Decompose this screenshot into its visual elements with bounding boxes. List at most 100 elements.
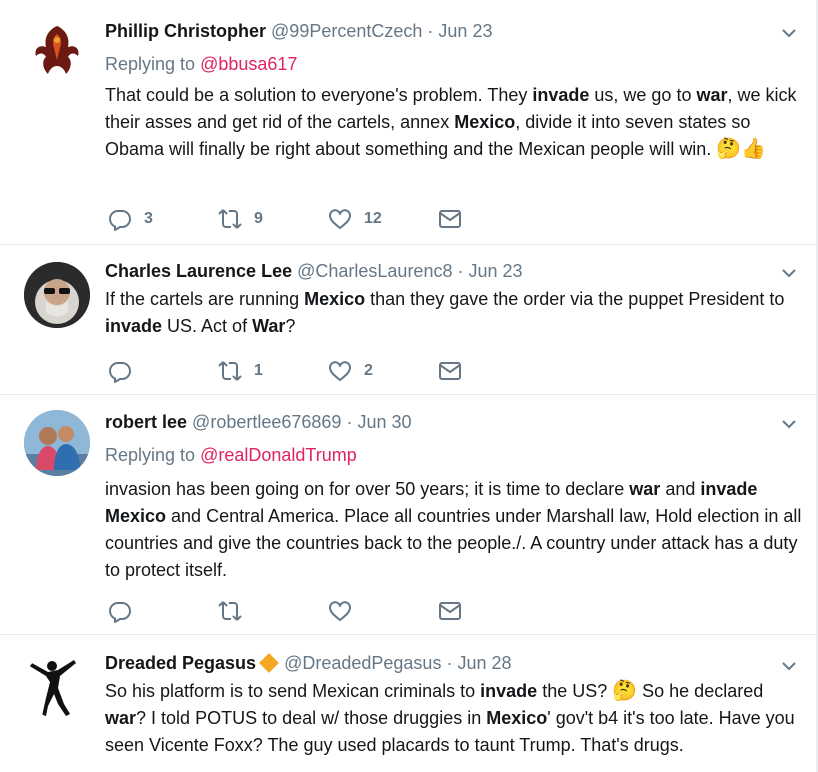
separator-dot: · [446, 653, 453, 673]
text-segment: ? [285, 316, 296, 336]
chevron-down-icon[interactable] [782, 659, 796, 673]
tweet-text: So his platform is to send Mexican crimi… [105, 678, 802, 759]
chevron-down-icon[interactable] [782, 266, 796, 280]
reply-icon [108, 602, 132, 623]
highlight-term: war [629, 479, 661, 499]
text-segment: If the cartels are running [105, 289, 305, 309]
text-segment: That could be a solution to everyone's p… [105, 85, 533, 105]
timestamp[interactable]: Jun 23 [469, 261, 523, 281]
phoenix-logo-icon [35, 26, 79, 74]
like-button[interactable]: 12 [328, 207, 382, 231]
tweet-header: Dreaded Pegasus @DreadedPegasus · Jun 28 [105, 651, 802, 675]
retweet-button[interactable]: 9 [218, 207, 263, 231]
display-name[interactable]: Dreaded Pegasus [105, 653, 256, 673]
highlight-term: war [696, 85, 728, 105]
direct-message-icon [439, 602, 461, 620]
chevron-down-icon[interactable] [782, 26, 796, 40]
timestamp[interactable]: Jun 30 [357, 412, 411, 432]
replying-to-label: Replying to [105, 54, 196, 74]
timestamp[interactable]: Jun 28 [457, 653, 511, 673]
text-segment: the US? [537, 681, 613, 701]
avatar[interactable] [24, 262, 90, 328]
emoji-thinking-thumbsup: 🤔👍 [716, 138, 767, 160]
retweet-count: 1 [254, 362, 263, 379]
reply-button[interactable] [108, 359, 144, 383]
tweet-text: If the cartels are running Mexico than t… [105, 286, 802, 340]
display-name[interactable]: Phillip Christopher [105, 21, 266, 41]
user-photo [24, 410, 90, 476]
tweet[interactable]: robert lee @robertlee676869 · Jun 30 Rep… [0, 395, 816, 635]
highlight-term: War [252, 316, 286, 336]
tweet-header: robert lee @robertlee676869 · Jun 30 [105, 410, 802, 434]
highlight-term: invade [700, 479, 758, 499]
user-handle[interactable]: @robertlee676869 [192, 412, 341, 432]
tweet-header: Phillip Christopher @99PercentCzech · Ju… [105, 19, 802, 43]
tweet[interactable]: Charles Laurence Lee @CharlesLaurenc8 · … [0, 245, 816, 395]
direct-message-icon [439, 210, 461, 228]
display-name[interactable]: Charles Laurence Lee [105, 261, 292, 281]
highlight-term: invade [105, 316, 163, 336]
direct-message-button[interactable] [438, 359, 462, 383]
direct-message-button[interactable] [438, 207, 462, 231]
mention-link[interactable]: @bbusa617 [200, 54, 297, 74]
highlight-term: war [105, 708, 137, 728]
reply-icon [108, 362, 132, 383]
user-handle[interactable]: @DreadedPegasus [284, 653, 441, 673]
separator-dot: · [427, 21, 434, 41]
text-segment: US. Act of [162, 316, 253, 336]
like-count: 2 [364, 362, 373, 379]
user-photo [24, 262, 90, 328]
avatar[interactable] [24, 20, 90, 86]
avatar[interactable] [24, 410, 90, 476]
like-icon [328, 601, 352, 622]
display-name[interactable]: robert lee [105, 412, 187, 432]
reply-count: 3 [144, 210, 153, 227]
retweet-icon [218, 209, 242, 229]
tweet[interactable]: Dreaded Pegasus @DreadedPegasus · Jun 28 … [0, 635, 816, 772]
direct-message-icon [439, 362, 461, 380]
text-segment: So he declared [637, 681, 764, 701]
text-segment: and Central America. Place all countries… [105, 506, 802, 580]
tweet-header: Charles Laurence Lee @CharlesLaurenc8 · … [105, 259, 802, 283]
like-icon [328, 209, 352, 230]
user-handle[interactable]: @99PercentCzech [271, 21, 422, 41]
verified-badge-icon [259, 653, 279, 673]
separator-dot: · [457, 261, 464, 281]
text-segment: us, we go to [589, 85, 697, 105]
emoji-thinking: 🤔 [612, 680, 638, 702]
timestamp[interactable]: Jun 23 [438, 21, 492, 41]
like-button[interactable] [328, 599, 352, 623]
tweet-text: That could be a solution to everyone's p… [105, 82, 802, 163]
user-handle[interactable]: @CharlesLaurenc8 [297, 261, 452, 281]
mention-link[interactable]: @realDonaldTrump [200, 445, 357, 465]
reply-icon [108, 210, 132, 231]
chevron-down-icon[interactable] [782, 417, 796, 431]
like-button[interactable]: 2 [328, 359, 373, 383]
retweet-button[interactable]: 1 [218, 359, 263, 383]
retweet-button[interactable] [218, 599, 242, 623]
text-segment: than they gave the order via the puppet … [365, 289, 785, 309]
text-segment: invasion has been going on for over 50 y… [105, 479, 630, 499]
replying-to-line: Replying to @realDonaldTrump [105, 443, 802, 467]
tweet-text: invasion has been going on for over 50 y… [105, 476, 802, 584]
text-segment: So his platform is to send Mexican crimi… [105, 681, 481, 701]
avatar[interactable] [24, 652, 90, 718]
highlight-term: Mexico [304, 289, 366, 309]
highlight-term: invade [480, 681, 538, 701]
direct-message-button[interactable] [438, 599, 462, 623]
silhouette-logo-icon [28, 660, 76, 716]
text-segment: ? I told POTUS to deal w/ those druggies… [136, 708, 487, 728]
like-icon [328, 361, 352, 382]
highlight-term: Mexico [105, 506, 167, 526]
text-segment: and [660, 479, 701, 499]
retweet-icon [218, 601, 242, 621]
replying-to-label: Replying to [105, 445, 196, 465]
highlight-term: Mexico [454, 112, 516, 132]
highlight-term: invade [532, 85, 590, 105]
reply-button[interactable]: 3 [108, 207, 153, 231]
replying-to-line: Replying to @bbusa617 [105, 52, 802, 76]
separator-dot: · [346, 412, 353, 432]
like-count: 12 [364, 210, 382, 227]
tweet[interactable]: Phillip Christopher @99PercentCzech · Ju… [0, 0, 816, 245]
reply-button[interactable] [108, 599, 132, 623]
